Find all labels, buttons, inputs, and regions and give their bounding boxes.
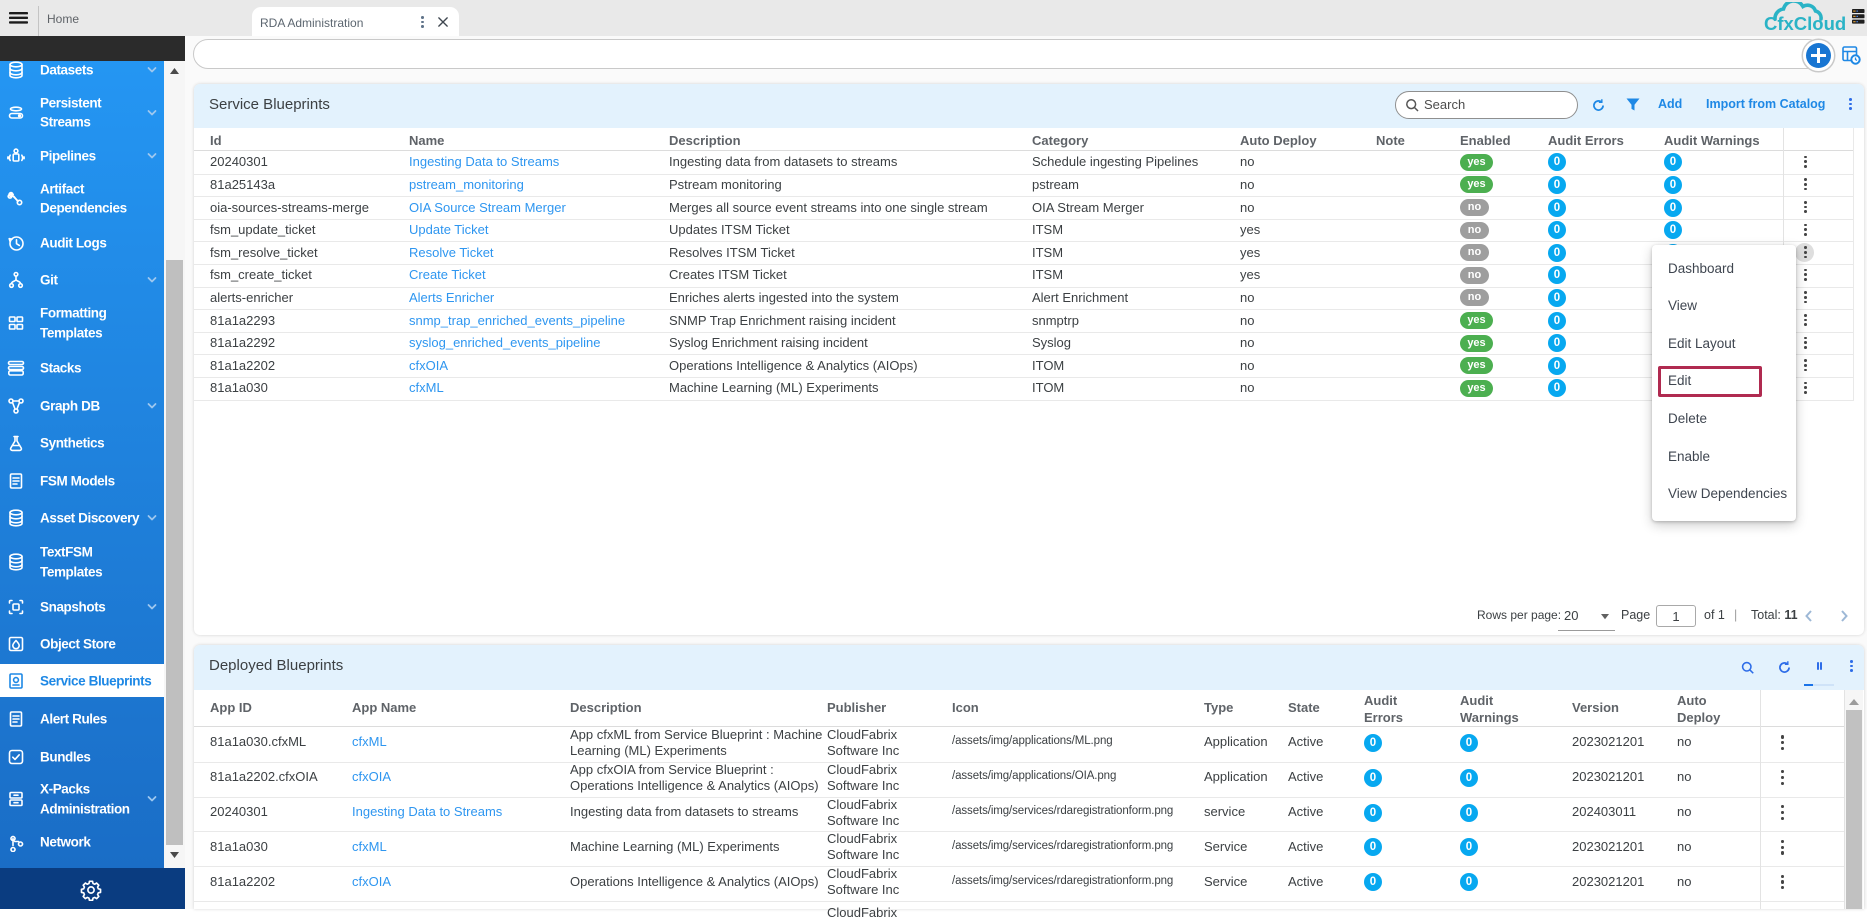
svg-text:CfxCloud: CfxCloud [1764,13,1846,34]
